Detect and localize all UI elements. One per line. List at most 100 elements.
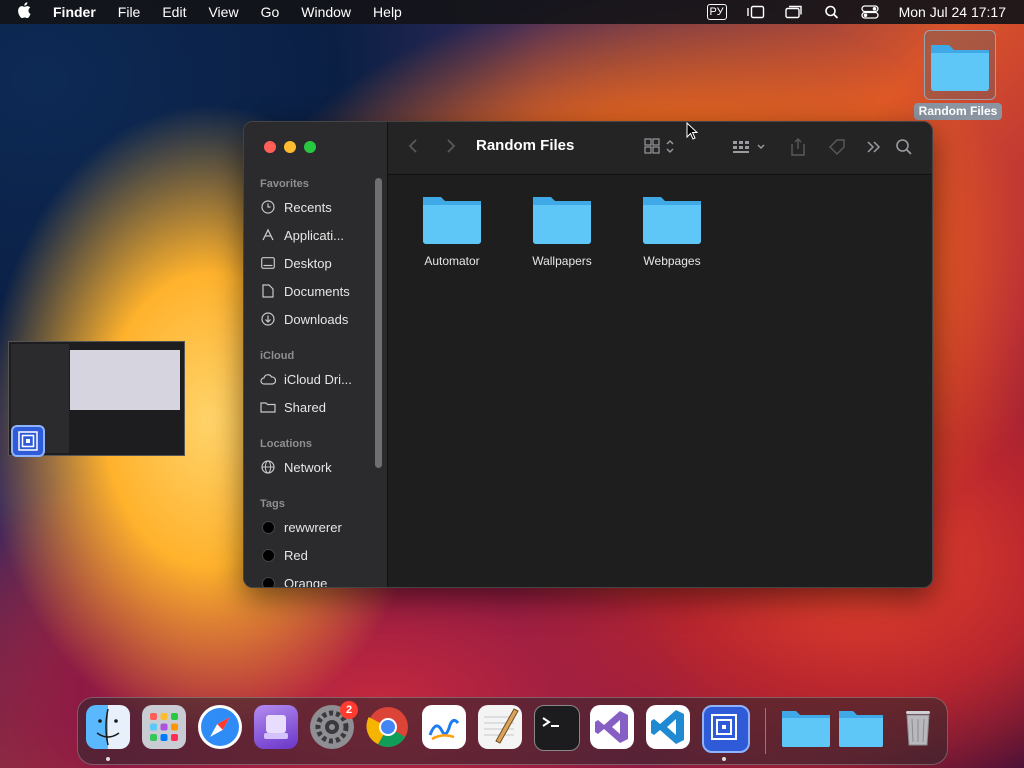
stage-app-icon xyxy=(11,425,45,457)
menu-file[interactable]: File xyxy=(118,4,141,20)
more-chevrons-icon[interactable] xyxy=(866,138,882,161)
freeform-icon[interactable] xyxy=(422,705,466,749)
sidebar-item-desktop[interactable]: Desktop xyxy=(260,253,332,273)
sidebar-item-label: rewwrerer xyxy=(284,519,342,535)
folder-item[interactable]: Webpages xyxy=(622,193,722,268)
dock: 2 xyxy=(77,697,948,765)
sidebar-item-label: Red xyxy=(284,547,308,563)
finder-content: Automator Wallpapers Webpages xyxy=(388,175,932,587)
control-center-icon[interactable] xyxy=(860,5,879,19)
search-icon[interactable] xyxy=(895,138,913,161)
dock-separator xyxy=(765,708,766,754)
desktop-folder-icon[interactable] xyxy=(924,30,996,100)
shared-folder-icon xyxy=(260,399,276,415)
sidebar-item-applications[interactable]: Applicati... xyxy=(260,225,344,245)
textedit-icon[interactable] xyxy=(478,705,522,749)
folder-name: Wallpapers xyxy=(532,254,592,268)
folder-icon[interactable] xyxy=(838,705,883,749)
launchpad-icon[interactable] xyxy=(142,705,186,749)
running-indicator xyxy=(722,757,726,761)
sidebar-header-locations: Locations xyxy=(260,438,312,450)
notification-badge: 2 xyxy=(340,701,358,719)
tag-dot-icon xyxy=(260,547,276,563)
screen-mirroring-icon[interactable] xyxy=(784,5,803,19)
desktop-folder-label[interactable]: Random Files xyxy=(914,103,1002,120)
menu-bar: Finder File Edit View Go Window Help РУ … xyxy=(0,0,1024,24)
terminal-icon[interactable] xyxy=(534,705,580,751)
sidebar-tag-orange[interactable]: Orange xyxy=(260,573,328,588)
icon-view-icon[interactable] xyxy=(644,138,676,161)
sidebar-scrollbar[interactable] xyxy=(375,178,382,468)
folder-item[interactable]: Automator xyxy=(402,193,502,268)
app-icon[interactable] xyxy=(254,705,298,749)
clock-icon xyxy=(260,199,276,215)
sidebar-header-icloud: iCloud xyxy=(260,350,295,362)
stage-manager-thumbnail[interactable] xyxy=(8,341,185,457)
sidebar-item-network[interactable]: Network xyxy=(260,457,332,477)
window-title: Random Files xyxy=(476,137,575,154)
sidebar-item-label: Orange xyxy=(284,575,328,588)
spotlight-search-icon[interactable] xyxy=(823,5,841,19)
cloud-icon xyxy=(260,371,276,387)
back-icon[interactable] xyxy=(408,138,418,159)
finder-icon[interactable] xyxy=(86,705,130,749)
vscode-icon[interactable] xyxy=(646,705,690,749)
tag-icon[interactable] xyxy=(828,138,848,161)
finder-toolbar: Random Files xyxy=(388,122,932,175)
chrome-icon[interactable] xyxy=(366,705,410,749)
folder-item[interactable]: Wallpapers xyxy=(512,193,612,268)
menu-edit[interactable]: Edit xyxy=(162,4,186,20)
sidebar-item-downloads[interactable]: Downloads xyxy=(260,309,348,329)
minimize-button[interactable] xyxy=(284,141,296,153)
finder-sidebar: Favorites Recents Applicati... Desktop D… xyxy=(244,122,388,587)
trash-icon[interactable] xyxy=(896,705,940,749)
menu-clock[interactable]: Mon Jul 24 17:17 xyxy=(899,4,1006,20)
finder-window: Favorites Recents Applicati... Desktop D… xyxy=(243,121,933,588)
sidebar-header-favorites: Favorites xyxy=(260,178,309,190)
sidebar-item-icloud-drive[interactable]: iCloud Dri... xyxy=(260,369,352,389)
applications-icon xyxy=(260,227,276,243)
forward-icon[interactable] xyxy=(446,138,456,159)
sidebar-item-label: Desktop xyxy=(284,255,332,271)
sidebar-item-label: Documents xyxy=(284,283,350,299)
zoom-button[interactable] xyxy=(304,141,316,153)
stage-manager-icon[interactable] xyxy=(746,5,765,19)
folder-name: Automator xyxy=(424,254,480,268)
menu-app-name[interactable]: Finder xyxy=(53,4,96,20)
tag-dot-icon xyxy=(260,519,276,535)
sidebar-item-label: Applicati... xyxy=(284,227,344,243)
folder-icon xyxy=(643,197,701,244)
sidebar-item-label: Shared xyxy=(284,399,326,415)
thumbnail-preview xyxy=(70,350,180,410)
folder-name: Webpages xyxy=(643,254,701,268)
menu-go[interactable]: Go xyxy=(261,4,280,20)
globe-icon xyxy=(260,459,276,475)
sidebar-tag-rewwrerer[interactable]: rewwrerer xyxy=(260,517,342,537)
sidebar-item-label: iCloud Dri... xyxy=(284,371,352,387)
sidebar-item-label: Recents xyxy=(284,199,332,215)
visual-studio-icon[interactable] xyxy=(590,705,634,749)
share-icon[interactable] xyxy=(790,138,806,161)
group-icon[interactable] xyxy=(732,138,768,161)
menu-view[interactable]: View xyxy=(208,4,238,20)
apple-menu-icon[interactable] xyxy=(17,2,37,22)
sidebar-item-label: Downloads xyxy=(284,311,349,327)
stage-app-icon[interactable] xyxy=(702,705,750,753)
folder-icon xyxy=(423,197,481,244)
close-button[interactable] xyxy=(264,141,276,153)
sidebar-item-shared[interactable]: Shared xyxy=(260,397,326,417)
safari-icon[interactable] xyxy=(198,705,242,749)
mouse-cursor-icon xyxy=(686,122,699,140)
system-settings-icon[interactable]: 2 xyxy=(310,701,358,749)
sidebar-item-documents[interactable]: Documents xyxy=(260,281,350,301)
sidebar-tag-red[interactable]: Red xyxy=(260,545,308,565)
sidebar-item-recents[interactable]: Recents xyxy=(260,197,332,217)
download-icon xyxy=(260,311,276,327)
input-source-menu[interactable]: РУ xyxy=(706,4,727,20)
running-indicator xyxy=(106,757,110,761)
folder-icon[interactable] xyxy=(781,705,830,749)
document-icon xyxy=(260,283,276,299)
sidebar-item-label: Network xyxy=(284,459,332,475)
menu-help[interactable]: Help xyxy=(373,4,402,20)
menu-window[interactable]: Window xyxy=(301,4,351,20)
